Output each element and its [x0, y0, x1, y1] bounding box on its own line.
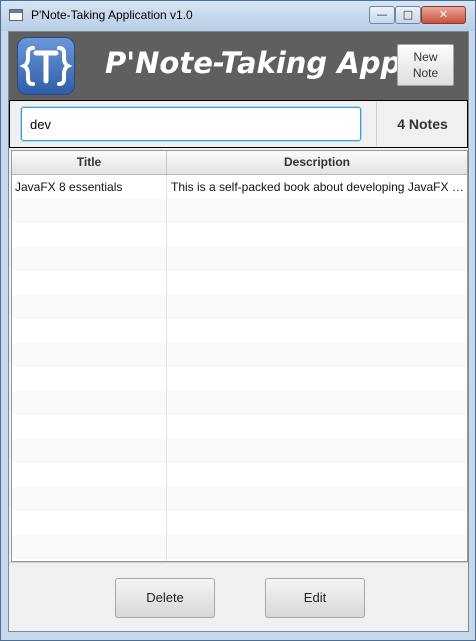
empty-table-row	[12, 511, 467, 535]
cell-title: JavaFX 8 essentials	[12, 175, 167, 199]
empty-table-row	[12, 367, 467, 391]
empty-table-row	[12, 199, 467, 223]
app-title: P'Note-Taking App	[105, 46, 402, 80]
empty-table-row	[12, 463, 467, 487]
title-bar[interactable]: P'Note-Taking Application v1.0 — □ ✕	[1, 1, 475, 31]
new-note-label-line2: Note	[412, 66, 439, 80]
edit-button[interactable]: Edit	[265, 578, 365, 618]
table-header: Title Description	[12, 151, 467, 175]
new-note-label-line1: New	[413, 50, 438, 64]
empty-table-row	[12, 391, 467, 415]
table-row[interactable]: JavaFX 8 essentials This is a self-packe…	[12, 175, 467, 199]
empty-table-row	[12, 271, 467, 295]
empty-table-row	[12, 295, 467, 319]
minimize-button[interactable]: —	[369, 6, 395, 24]
app-header: P'Note-Taking App New Note	[9, 32, 468, 100]
app-window: P'Note-Taking Application v1.0 — □ ✕ P'N…	[0, 0, 476, 641]
curly-brace-t-logo-icon	[17, 37, 75, 95]
window-title: P'Note-Taking Application v1.0	[31, 8, 193, 22]
maximize-icon: □	[402, 8, 414, 21]
search-bar: 4 Notes	[9, 100, 468, 148]
maximize-button[interactable]: □	[395, 6, 421, 24]
notes-count-label: 4 Notes	[376, 101, 468, 147]
minimize-icon: —	[376, 8, 388, 21]
empty-table-row	[12, 415, 467, 439]
empty-table-row	[12, 343, 467, 367]
delete-button[interactable]: Delete	[115, 578, 215, 618]
close-icon: ✕	[438, 8, 449, 21]
new-note-button[interactable]: New Note	[397, 44, 454, 86]
empty-table-row	[12, 319, 467, 343]
cell-description: This is a self-packed book about develop…	[171, 180, 467, 194]
search-input[interactable]	[21, 107, 361, 141]
action-bar: Delete Edit	[9, 562, 468, 631]
table-body: JavaFX 8 essentials This is a self-packe…	[12, 175, 467, 561]
empty-table-row	[12, 535, 467, 559]
window-icon	[9, 9, 23, 21]
app-client-area: P'Note-Taking App New Note 4 Notes Title…	[8, 31, 469, 632]
empty-table-row	[12, 223, 467, 247]
column-header-description[interactable]: Description	[167, 151, 467, 174]
empty-table-row	[12, 439, 467, 463]
empty-table-row	[12, 487, 467, 511]
close-button[interactable]: ✕	[421, 6, 466, 24]
notes-table: Title Description JavaFX 8 essentials Th…	[11, 150, 468, 562]
empty-table-row	[12, 247, 467, 271]
column-header-title[interactable]: Title	[12, 151, 167, 174]
